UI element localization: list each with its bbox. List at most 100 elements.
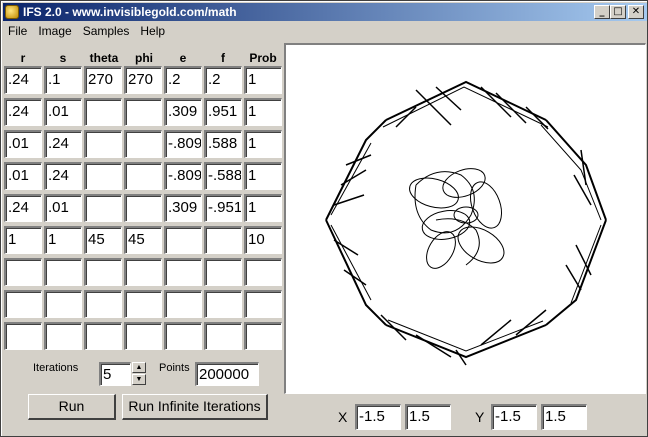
header-phi: phi [135,51,153,65]
maximize-button[interactable]: □ [610,5,626,19]
grid-cell-e-row7[interactable] [164,258,202,286]
grid-cell-prob-row1[interactable]: 1 [244,66,282,94]
menu-image[interactable]: Image [33,22,77,40]
central-spiral [409,168,505,269]
iterations-label: Iterations [33,362,79,374]
menu-bar: File Image Samples Help [3,22,171,40]
grid-cell-f-row9[interactable] [204,322,242,350]
header-s: s [59,51,67,65]
run-button[interactable]: Run [28,394,116,420]
grid-cell-s-row5[interactable]: .01 [44,194,82,222]
run-infinite-button[interactable]: Run Infinite Iterations [122,394,268,420]
grid-cell-theta-row8[interactable] [84,290,122,318]
grid-cell-phi-row3[interactable] [124,130,162,158]
outer-octagon [325,80,607,359]
header-r: r [20,51,26,65]
grid-cell-phi-row8[interactable] [124,290,162,318]
grid-cell-theta-row3[interactable] [84,130,122,158]
spin-down-icon[interactable]: ▼ [132,374,146,385]
grid-cell-theta-row7[interactable] [84,258,122,286]
grid-cell-theta-row5[interactable] [84,194,122,222]
grid-cell-f-row2[interactable]: .951 [204,98,242,126]
grid-cell-prob-row9[interactable] [244,322,282,350]
grid-cell-f-row6[interactable] [204,226,242,254]
grid-cell-s-row9[interactable] [44,322,82,350]
grid-cell-e-row9[interactable] [164,322,202,350]
grid-cell-prob-row3[interactable]: 1 [244,130,282,158]
grid-cell-e-row8[interactable] [164,290,202,318]
grid-cell-prob-row6[interactable]: 10 [244,226,282,254]
menu-file[interactable]: File [3,22,33,40]
grid-cell-r-row6[interactable]: 1 [4,226,42,254]
minimize-button[interactable]: _ [594,5,610,19]
app-icon [5,5,19,19]
grid-cell-r-row7[interactable] [4,258,42,286]
grid-cell-s-row1[interactable]: .1 [44,66,82,94]
x-max-field[interactable]: 1.5 [405,404,451,430]
y-min-field[interactable]: -1.5 [491,404,537,430]
grid-cell-prob-row4[interactable]: 1 [244,162,282,190]
y-range-label: Y [475,409,485,425]
grid-cell-r-row9[interactable] [4,322,42,350]
grid-cell-theta-row4[interactable] [84,162,122,190]
grid-cell-phi-row9[interactable] [124,322,162,350]
menu-samples[interactable]: Samples [78,22,136,40]
grid-cell-s-row3[interactable]: .24 [44,130,82,158]
points-label: Points [159,362,190,374]
grid-cell-theta-row6[interactable]: 45 [84,226,122,254]
grid-cell-e-row3[interactable]: -.809 [164,130,202,158]
points-field[interactable]: 200000 [195,362,259,386]
grid-cell-f-row7[interactable] [204,258,242,286]
grid-cell-prob-row2[interactable]: 1 [244,98,282,126]
grid-cell-r-row2[interactable]: .24 [4,98,42,126]
close-button[interactable]: ✕ [628,5,644,19]
grid-cell-prob-row7[interactable] [244,258,282,286]
grid-cell-f-row8[interactable] [204,290,242,318]
spin-up-icon[interactable]: ▲ [132,362,146,373]
ifs-window: IFS 2.0 - www.invisiblegold.com/math _ □… [0,0,648,437]
grid-cell-s-row7[interactable] [44,258,82,286]
fractal-image [325,80,607,366]
grid-cell-theta-row9[interactable] [84,322,122,350]
grid-cell-f-row3[interactable]: .588 [204,130,242,158]
window-title: IFS 2.0 - www.invisiblegold.com/math [23,5,237,19]
header-f: f [221,51,225,65]
grid-cell-phi-row4[interactable] [124,162,162,190]
grid-cell-prob-row5[interactable]: 1 [244,194,282,222]
grid-cell-r-row3[interactable]: .01 [4,130,42,158]
header-e: e [179,51,187,65]
grid-cell-f-row4[interactable]: -.588 [204,162,242,190]
grid-cell-e-row6[interactable] [164,226,202,254]
y-max-field[interactable]: 1.5 [541,404,587,430]
menu-help[interactable]: Help [135,22,171,40]
fractal-canvas[interactable] [284,43,646,394]
iterations-field[interactable]: 5 [99,362,131,386]
title-bar[interactable]: IFS 2.0 - www.invisiblegold.com/math _ □… [3,3,647,21]
header-theta: theta [89,51,119,65]
grid-cell-prob-row8[interactable] [244,290,282,318]
grid-cell-theta-row2[interactable] [84,98,122,126]
grid-cell-s-row2[interactable]: .01 [44,98,82,126]
grid-cell-phi-row5[interactable] [124,194,162,222]
grid-cell-r-row5[interactable]: .24 [4,194,42,222]
x-range-label: X [338,409,348,425]
grid-cell-r-row4[interactable]: .01 [4,162,42,190]
grid-cell-theta-row1[interactable]: 270 [84,66,122,94]
grid-cell-phi-row7[interactable] [124,258,162,286]
grid-cell-phi-row6[interactable]: 45 [124,226,162,254]
grid-cell-f-row5[interactable]: -.951 [204,194,242,222]
grid-cell-e-row5[interactable]: .309 [164,194,202,222]
grid-cell-r-row8[interactable] [4,290,42,318]
grid-cell-e-row4[interactable]: -.809 [164,162,202,190]
grid-cell-s-row8[interactable] [44,290,82,318]
grid-cell-s-row4[interactable]: .24 [44,162,82,190]
grid-cell-phi-row1[interactable]: 270 [124,66,162,94]
grid-cell-e-row1[interactable]: .2 [164,66,202,94]
grid-cell-f-row1[interactable]: .2 [204,66,242,94]
grid-cell-s-row6[interactable]: 1 [44,226,82,254]
x-min-field[interactable]: -1.5 [355,404,401,430]
grid-cell-phi-row2[interactable] [124,98,162,126]
grid-cell-e-row2[interactable]: .309 [164,98,202,126]
grid-cell-r-row1[interactable]: .24 [4,66,42,94]
header-prob: Prob [249,51,277,65]
